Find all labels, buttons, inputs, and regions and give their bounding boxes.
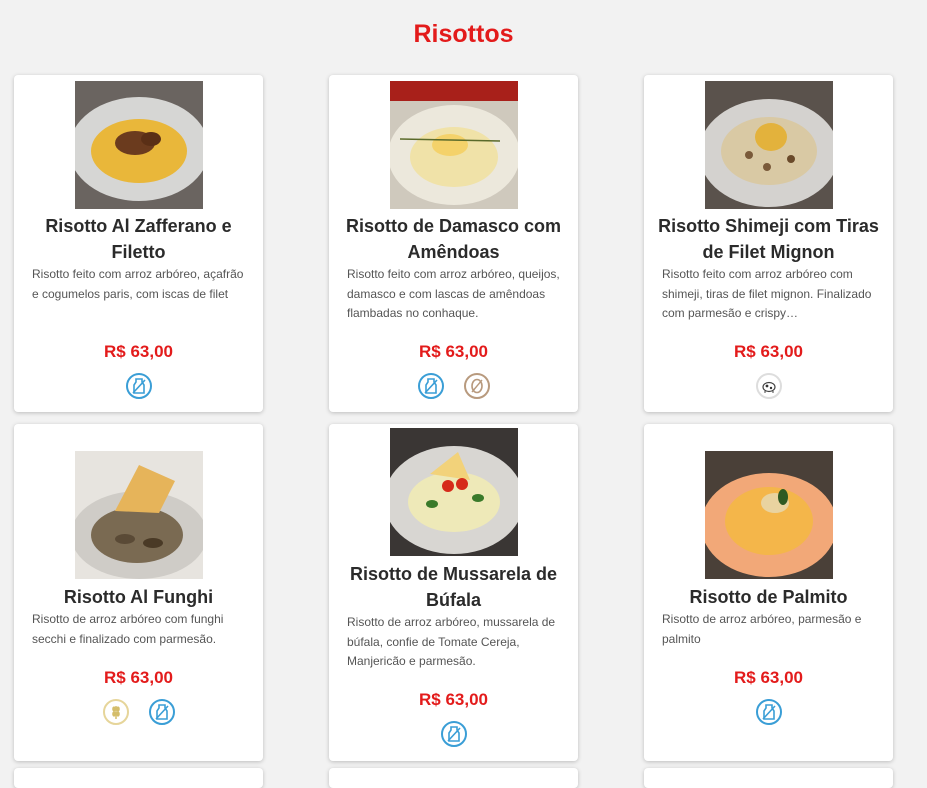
dish-price: R$ 63,00 [104, 668, 173, 687]
dish-card[interactable]: Risotto de Damasco com Amêndoas Risotto … [329, 75, 578, 412]
dish-card[interactable]: Risotto de Mussarela de Búfala Risotto d… [329, 424, 578, 761]
dish-description: Risotto feito com arroz arbóreo, queijos… [347, 267, 560, 320]
dish-card[interactable]: Risotto Al Funghi Risotto de arroz arbór… [14, 424, 263, 761]
lactose-icon [440, 721, 467, 747]
dish-card-partial[interactable] [329, 768, 578, 788]
dish-card[interactable]: Risotto de Palmito Risotto de arroz arbó… [644, 424, 893, 761]
dish-description: Risotto feito com arroz arbóreo, açafrão… [32, 267, 244, 301]
dish-card-partial[interactable] [14, 768, 263, 788]
lactose-icon [417, 373, 444, 399]
dish-price: R$ 63,00 [419, 342, 488, 361]
dish-card[interactable]: Risotto Shimeji com Tiras de Filet Migno… [644, 75, 893, 412]
dish-name: Risotto de Palmito [689, 587, 848, 607]
dish-price: R$ 63,00 [734, 668, 803, 687]
dish-price: R$ 63,00 [104, 342, 173, 361]
dish-photo[interactable] [75, 451, 203, 579]
lactose-icon [755, 699, 782, 725]
nuts-icon [463, 373, 490, 399]
dish-name: Risotto Al Funghi [63, 587, 214, 607]
dish-photo[interactable] [390, 428, 518, 556]
dish-name: Risotto Al Zafferano e Filetto [45, 216, 232, 262]
dish-card-partial[interactable] [644, 768, 893, 788]
dish-description: Risotto feito com arroz arbóreo com shim… [662, 267, 872, 320]
lactose-icon [125, 373, 152, 399]
dish-photo[interactable] [390, 81, 518, 209]
dish-card[interactable]: Risotto Al Zafferano e Filetto Risotto f… [14, 75, 263, 412]
dish-description: Risotto de arroz arbóreo com funghi secc… [32, 612, 224, 646]
dish-price: R$ 63,00 [734, 342, 803, 361]
dish-name: Risotto de Mussarela de Búfala [349, 564, 558, 610]
beef-icon [755, 373, 782, 399]
lactose-icon [148, 699, 175, 725]
dish-description: Risotto de arroz arbóreo, mussarela de b… [347, 615, 556, 668]
dish-description: Risotto de arroz arbóreo, parmesão e pal… [662, 612, 862, 646]
gluten-icon [102, 699, 129, 725]
section-title: Risottos [413, 20, 514, 48]
dish-photo[interactable] [705, 81, 833, 209]
dish-photo[interactable] [705, 451, 833, 579]
dish-name: Risotto Shimeji com Tiras de Filet Migno… [658, 216, 879, 262]
dish-price: R$ 63,00 [419, 690, 488, 709]
dish-photo[interactable] [75, 81, 203, 209]
dish-name: Risotto de Damasco com Amêndoas [345, 216, 562, 262]
